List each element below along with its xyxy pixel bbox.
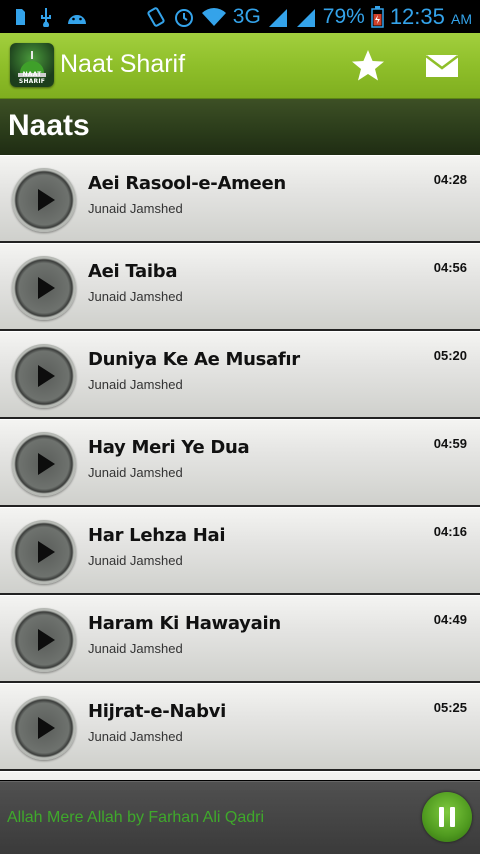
alarm-icon [174, 8, 193, 27]
section-header: Naats [0, 99, 480, 155]
action-bar: NAAT SHARIF Naat Sharif [0, 33, 480, 99]
track-title: Duniya Ke Ae Musafır [88, 349, 300, 370]
system-indicators: 3G 79% 12:35 AM [145, 0, 472, 33]
pause-button[interactable] [422, 792, 472, 842]
app-title: Naat Sharif [60, 50, 186, 78]
track-duration: 04:16 [433, 524, 467, 539]
mail-icon [425, 55, 459, 77]
track-duration: 05:25 [433, 700, 467, 715]
play-icon [38, 541, 55, 563]
pause-icon-bar-left [439, 807, 444, 827]
track-title: Hay Meri Ye Dua [88, 437, 250, 458]
status-bar: 3G 79% 12:35 AM [0, 0, 480, 33]
play-icon [38, 453, 55, 475]
play-button[interactable] [12, 256, 76, 320]
app-logo[interactable]: NAAT SHARIF [10, 43, 54, 87]
track-artist: Junaid Jamshed [88, 465, 183, 480]
track-row[interactable]: Hay Meri Ye Dua Junaid Jamshed 04:59 [0, 419, 480, 505]
play-button[interactable] [12, 344, 76, 408]
play-button[interactable] [12, 168, 76, 232]
track-artist: Junaid Jamshed [88, 201, 183, 216]
play-icon [38, 189, 55, 211]
star-icon [352, 50, 384, 81]
track-duration: 05:20 [433, 348, 467, 363]
battery-percent: 79% [322, 4, 365, 28]
battery-icon [371, 5, 384, 28]
play-icon [38, 365, 55, 387]
usb-icon [41, 7, 51, 27]
play-icon [38, 629, 55, 651]
track-row[interactable]: Haram Ki Hawayain Junaid Jamshed 04:49 [0, 595, 480, 681]
track-artist: Junaid Jamshed [88, 377, 183, 392]
track-artist: Junaid Jamshed [88, 729, 183, 744]
track-artist: Junaid Jamshed [88, 553, 183, 568]
play-button[interactable] [12, 432, 76, 496]
android-debug-icon [68, 14, 86, 24]
player-bar: Allah Mere Allah by Farhan Ali Qadri [0, 781, 480, 854]
track-title: Haram Ki Hawayain [88, 613, 281, 634]
clock: 12:35 AM [389, 3, 472, 29]
play-button[interactable] [12, 520, 76, 584]
track-duration: 04:56 [433, 260, 467, 275]
track-row[interactable]: Duniya Ke Ae Musafır Junaid Jamshed 05:2… [0, 331, 480, 417]
track-duration: 04:28 [433, 172, 467, 187]
wifi-icon [201, 7, 226, 26]
play-button[interactable] [12, 608, 76, 672]
signal-icon-2 [296, 8, 315, 27]
screen: 3G 79% 12:35 AM NAAT SHARIF Naat Sharif … [0, 0, 480, 854]
track-row[interactable]: Aei Taiba Junaid Jamshed 04:56 [0, 243, 480, 329]
play-icon [38, 717, 55, 739]
signal-icon [268, 8, 287, 27]
app-logo-label: NAAT SHARIF [18, 71, 46, 85]
track-row[interactable]: Aei Rasool-e-Ameen Junaid Jamshed 04:28 [0, 155, 480, 241]
track-title: Har Lehza Hai [88, 525, 226, 546]
favorite-button[interactable] [348, 47, 388, 85]
track-row-partial[interactable] [0, 771, 480, 780]
sd-card-icon [16, 8, 25, 25]
play-button[interactable] [12, 696, 76, 760]
track-list[interactable]: Aei Rasool-e-Ameen Junaid Jamshed 04:28 … [0, 155, 480, 780]
play-icon [38, 277, 55, 299]
track-duration: 04:59 [433, 436, 467, 451]
track-title: Aei Taiba [88, 261, 178, 282]
message-button[interactable] [422, 47, 462, 85]
track-row[interactable]: Hijrat-e-Nabvi Junaid Jamshed 05:25 [0, 683, 480, 769]
track-title: Hijrat-e-Nabvi [88, 701, 226, 722]
track-title: Aei Rasool-e-Ameen [88, 173, 286, 194]
section-title: Naats [8, 109, 90, 142]
now-playing-text[interactable]: Allah Mere Allah by Farhan Ali Qadri [7, 809, 264, 827]
track-artist: Junaid Jamshed [88, 289, 183, 304]
vibrate-icon [147, 6, 165, 27]
track-row[interactable]: Har Lehza Hai Junaid Jamshed 04:16 [0, 507, 480, 593]
notification-icons [0, 7, 88, 27]
pause-icon-bar-right [450, 807, 455, 827]
network-type: 3G [232, 4, 261, 28]
track-artist: Junaid Jamshed [88, 641, 183, 656]
track-duration: 04:49 [433, 612, 467, 627]
